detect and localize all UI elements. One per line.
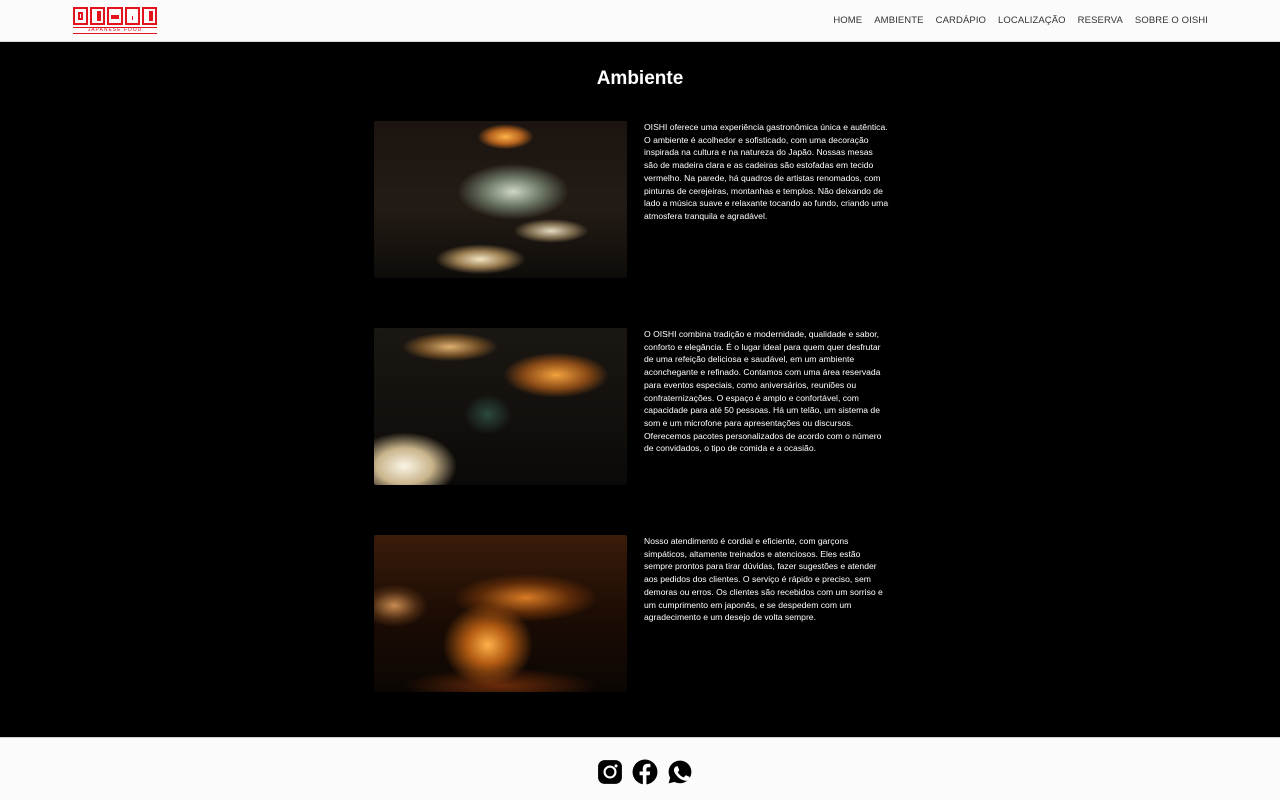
facebook-link[interactable]: [632, 759, 658, 785]
whatsapp-link[interactable]: [667, 759, 693, 785]
ambiente-paragraph-3: Nosso atendimento é cordial e eficiente,…: [644, 536, 883, 623]
nav-ambiente[interactable]: AMBIENTE: [874, 15, 923, 26]
nav-cardapio[interactable]: CARDÁPIO: [936, 15, 986, 26]
oishi-logo[interactable]: JAPANESE FOOD: [73, 7, 158, 34]
restaurant-interior-photo-2: [374, 328, 627, 485]
logo-letters: [73, 7, 158, 25]
header-bar: JAPANESE FOOD HOME AMBIENTE CARDÁPIO LOC…: [0, 0, 1280, 42]
footer: [0, 737, 1280, 800]
restaurant-interior-photo-1: [374, 121, 627, 278]
instagram-icon: [598, 760, 622, 784]
facebook-icon: [632, 759, 658, 785]
nav-home[interactable]: HOME: [833, 15, 862, 26]
restaurant-interior-photo-3: [374, 535, 627, 692]
nav-localizacao[interactable]: LOCALIZAÇÃO: [998, 15, 1066, 26]
page-title: Ambiente: [596, 68, 684, 89]
main-nav: HOME AMBIENTE CARDÁPIO LOCALIZAÇÃO RESER…: [833, 15, 1208, 26]
whatsapp-icon: [668, 760, 692, 784]
ambiente-paragraph-1: OISHI oferece uma experiência gastronômi…: [644, 122, 889, 221]
instagram-link[interactable]: [597, 759, 623, 785]
nav-reserva[interactable]: RESERVA: [1078, 15, 1123, 26]
logo-tagline: JAPANESE FOOD: [73, 27, 157, 34]
nav-sobre[interactable]: SOBRE O OISHI: [1135, 15, 1208, 26]
social-links: [597, 759, 693, 785]
ambiente-paragraph-2: O OISHI combina tradição e modernidade, …: [644, 329, 882, 454]
